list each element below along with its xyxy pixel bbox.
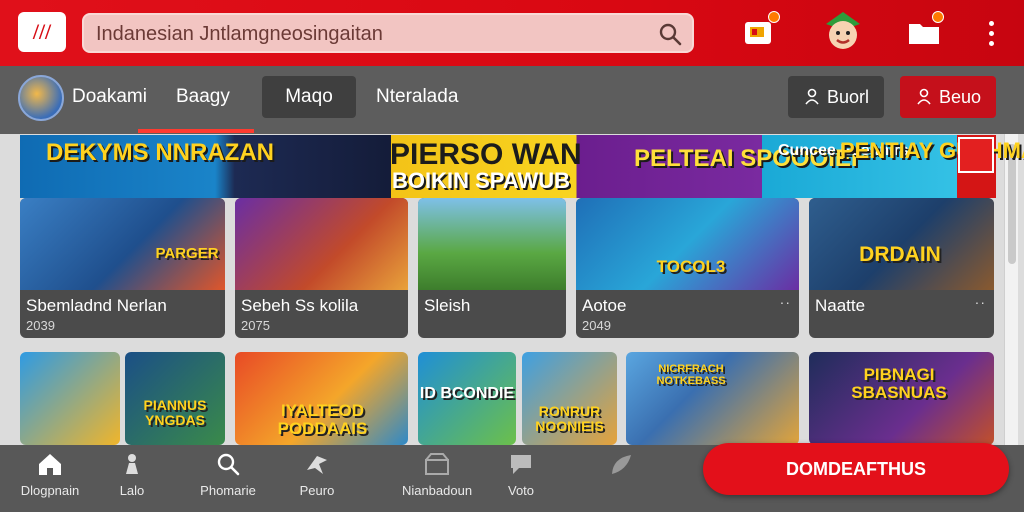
game-art-text: DRDAIN [859,243,941,266]
game-tile[interactable]: NICRFRACH NOTKEBASS [626,352,799,445]
banner-center-title: PIERSO WAN [390,138,582,171]
banner-left-title: DEKYMS NNRAZAN [46,139,274,166]
game-tile-text: PIANNUS YNGDAS [143,397,207,428]
user-icon [805,88,819,105]
game-card[interactable]: Sleish [418,198,566,338]
nav-label: Lalo [119,483,145,498]
nav-label: Nianbadoun [401,483,473,498]
app-logo[interactable]: /// [18,12,66,52]
nav-peuro[interactable]: Peuro [272,450,362,506]
game-tile-text: ID BCONDIE [419,385,515,402]
game-year: 2039 [26,318,55,333]
active-tab-indicator [138,129,254,133]
game-tile[interactable]: IYALTEOD PODDAAIS [235,352,408,445]
game-title: Naatte [815,296,866,315]
mascot-avatar-icon[interactable] [820,8,866,54]
tab-nteralada[interactable]: Nteralada [376,86,458,108]
store-icon [425,453,449,475]
nav-nianbadoun[interactable]: Nianbadoun [392,450,482,506]
nav-label: Dlogpnain [20,483,80,498]
more-menu-icon[interactable] [986,18,996,48]
chat-icon [511,455,531,474]
nav-lalo[interactable]: Lalo [87,450,177,506]
game-card[interactable]: Sebeh Ss kolila 2075 [235,198,408,338]
person-icon [126,454,138,474]
scrollbar[interactable] [1004,134,1018,445]
game-card[interactable]: PARGER Sbemladnd Nerlan 2039 [20,198,225,338]
user-icon [917,88,931,105]
banner-badge [958,137,994,173]
signup-label: Beuo [938,86,982,107]
nav-leaf[interactable] [576,450,666,506]
game-art [576,198,799,290]
banner-right-title: PENTIAY GUSHMAS [840,138,1024,163]
nav-phomarie[interactable]: Phomarie [183,450,273,506]
banner-center-subtitle: BOIKIN SPAWUB [392,168,571,193]
user-name[interactable]: Doakami [72,86,147,108]
game-art [235,198,408,290]
game-card[interactable]: TOCOL3 Aotoe 2049 ·· [576,198,799,338]
tab-baagy[interactable]: Baagy [176,86,230,108]
game-art [20,198,225,290]
search-input[interactable]: Indanesian Jntlamgneosingaitan [96,23,383,46]
game-art-text: TOCOL3 [656,257,726,276]
game-title: Sebeh Ss kolila [241,296,359,315]
game-tile-text: IYALTEOD PODDAAIS [277,401,368,438]
signup-button[interactable]: Beuo [900,76,996,118]
search-field[interactable]: Indanesian Jntlamgneosingaitan [82,13,694,53]
avatar[interactable] [18,75,64,121]
login-label: Buorl [826,86,870,107]
notification-badge [932,11,944,23]
game-tile[interactable]: PIBNAGI SBASNUAS [809,352,994,445]
game-tile[interactable] [20,352,120,445]
game-tile-text: NICRFRACH NOTKEBASS [656,363,726,387]
game-art [418,198,566,290]
game-tile[interactable]: PIANNUS YNGDAS [125,352,225,445]
leaf-icon [612,455,631,474]
folder-icon[interactable] [906,11,944,50]
notification-badge [768,11,780,23]
game-card[interactable]: DRDAIN Naatte ·· [809,198,994,338]
search-icon[interactable] [658,22,682,46]
game-year: 2075 [241,318,270,333]
game-art-text: PARGER [155,245,219,262]
card-menu-icon[interactable]: ·· [780,294,791,310]
nav-label: Peuro [299,483,335,498]
cta-button[interactable]: DOMDEAFTHUS [703,443,1009,495]
nav-label: Phomarie [200,483,256,498]
game-tile[interactable]: RONRUR NOONIEIS [522,352,617,445]
game-tile-text: RONRUR NOONIEIS [535,403,604,434]
game-title: Sbemladnd Nerlan [26,296,167,315]
game-tile-text: PIBNAGI SBASNUAS [851,365,947,402]
gift-icon[interactable] [742,11,780,50]
game-title: Sleish [424,296,471,315]
card-menu-icon[interactable]: ·· [975,294,986,310]
nav-label: Voto [507,483,535,498]
bird-icon [307,456,327,474]
game-title: Aotoe [582,296,627,315]
login-button[interactable]: Buorl [788,76,884,118]
banner-right-small: Cuncee Eueunirs [778,142,909,160]
nav-home[interactable]: Dlogpnain [5,450,95,506]
game-year: 2049 [582,318,611,333]
home-icon [39,454,61,475]
game-tile[interactable]: ID BCONDIE [418,352,516,445]
nav-voto[interactable]: Voto [476,450,566,506]
tab-maqo[interactable]: Maqo [262,76,356,118]
search-icon [217,453,240,476]
